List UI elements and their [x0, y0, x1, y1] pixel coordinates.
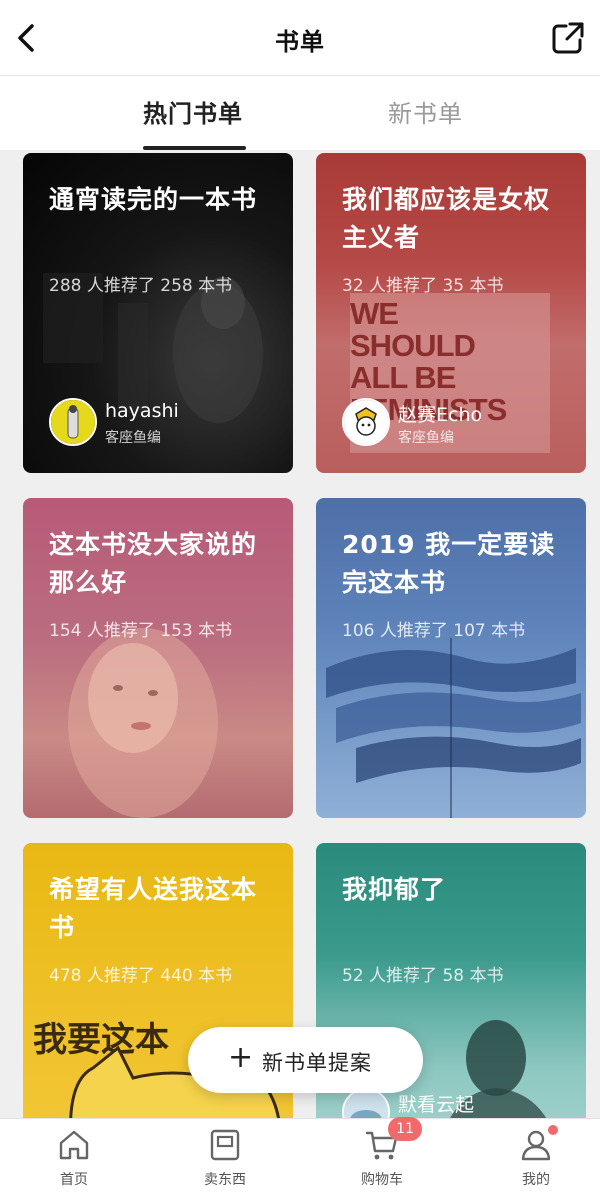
card-stats: 478 人推荐了 440 本书	[49, 966, 233, 986]
poster-line: ALL BE	[350, 360, 456, 395]
sell-icon	[210, 1129, 240, 1161]
tab-new-booklists[interactable]: 新书单	[388, 94, 463, 129]
plus-icon: +	[228, 1040, 254, 1075]
tab-bar: 热门书单 新书单	[0, 76, 600, 150]
card-stats: 106 人推荐了 107 本书	[342, 621, 526, 641]
booklist-card[interactable]: WE SHOULD ALL BE FEMINISTS 我们都应该是女权主义者 3…	[316, 153, 586, 473]
author-name: hayashi	[105, 400, 179, 422]
image-text: 我要这本	[33, 1020, 169, 1060]
card-stats: 154 人推荐了 153 本书	[49, 621, 233, 641]
avatar	[49, 398, 97, 446]
avatar	[342, 398, 390, 446]
card-title: 2019 我一定要读完这本书	[342, 530, 556, 597]
card-stats: 52 人推荐了 58 本书	[342, 966, 504, 986]
fab-label: 新书单提案	[262, 1051, 372, 1075]
author-role: 客座鱼编	[105, 430, 161, 446]
active-tab-indicator	[143, 146, 246, 150]
poster-line: WE	[350, 296, 399, 331]
bottom-nav: 首页 卖东西 11 购物车 我的	[0, 1117, 600, 1196]
author-name: 默看云起	[398, 1094, 475, 1116]
booklist-card[interactable]: 这本书没大家说的那么好 154 人推荐了 153 本书	[23, 498, 293, 818]
cart-count-badge: 11	[388, 1117, 422, 1141]
nav-item-sell[interactable]: 卖东西	[165, 1119, 285, 1196]
nav-label: 首页	[60, 1172, 88, 1188]
new-booklist-proposal-button[interactable]: + 新书单提案	[188, 1027, 423, 1093]
nav-item-home[interactable]: 首页	[14, 1119, 134, 1196]
tab-hot-booklists[interactable]: 热门书单	[143, 94, 243, 129]
booklist-card[interactable]: 我要这本 希望有人送我这本书 478 人推荐了 440 本书	[23, 843, 293, 1163]
nav-label: 购物车	[361, 1172, 403, 1188]
nav-label: 我的	[522, 1172, 550, 1188]
nav-item-profile[interactable]: 我的	[476, 1119, 596, 1196]
top-bar: 书单	[0, 0, 600, 76]
booklist-card[interactable]: 2019 我一定要读完这本书 106 人推荐了 107 本书	[316, 498, 586, 818]
card-stats: 288 人推荐了 258 本书	[49, 276, 233, 296]
home-icon	[59, 1130, 89, 1160]
author-role: 客座鱼编	[398, 430, 454, 446]
nav-item-cart[interactable]: 11 购物车	[322, 1117, 442, 1196]
booklist-card[interactable]: 我抑郁了 52 人推荐了 58 本书 默看云起	[316, 843, 586, 1163]
card-title: 我抑郁了	[342, 875, 447, 904]
page-title: 书单	[275, 28, 325, 56]
card-stats: 32 人推荐了 35 本书	[342, 276, 504, 296]
poster-line: SHOULD	[350, 328, 476, 363]
card-title: 这本书没大家说的那么好	[49, 530, 258, 597]
card-title: 我们都应该是女权主义者	[342, 185, 551, 252]
card-title: 希望有人送我这本书	[49, 875, 258, 942]
author-name: 赵赛Echo	[398, 404, 483, 426]
notification-dot	[548, 1125, 558, 1135]
card-title: 通宵读完的一本书	[49, 185, 258, 214]
booklist-card[interactable]: 通宵读完的一本书 288 人推荐了 258 本书 hayashi 客座鱼编	[23, 153, 293, 473]
share-button[interactable]	[548, 18, 588, 58]
nav-label: 卖东西	[204, 1172, 246, 1188]
share-icon	[552, 22, 584, 54]
